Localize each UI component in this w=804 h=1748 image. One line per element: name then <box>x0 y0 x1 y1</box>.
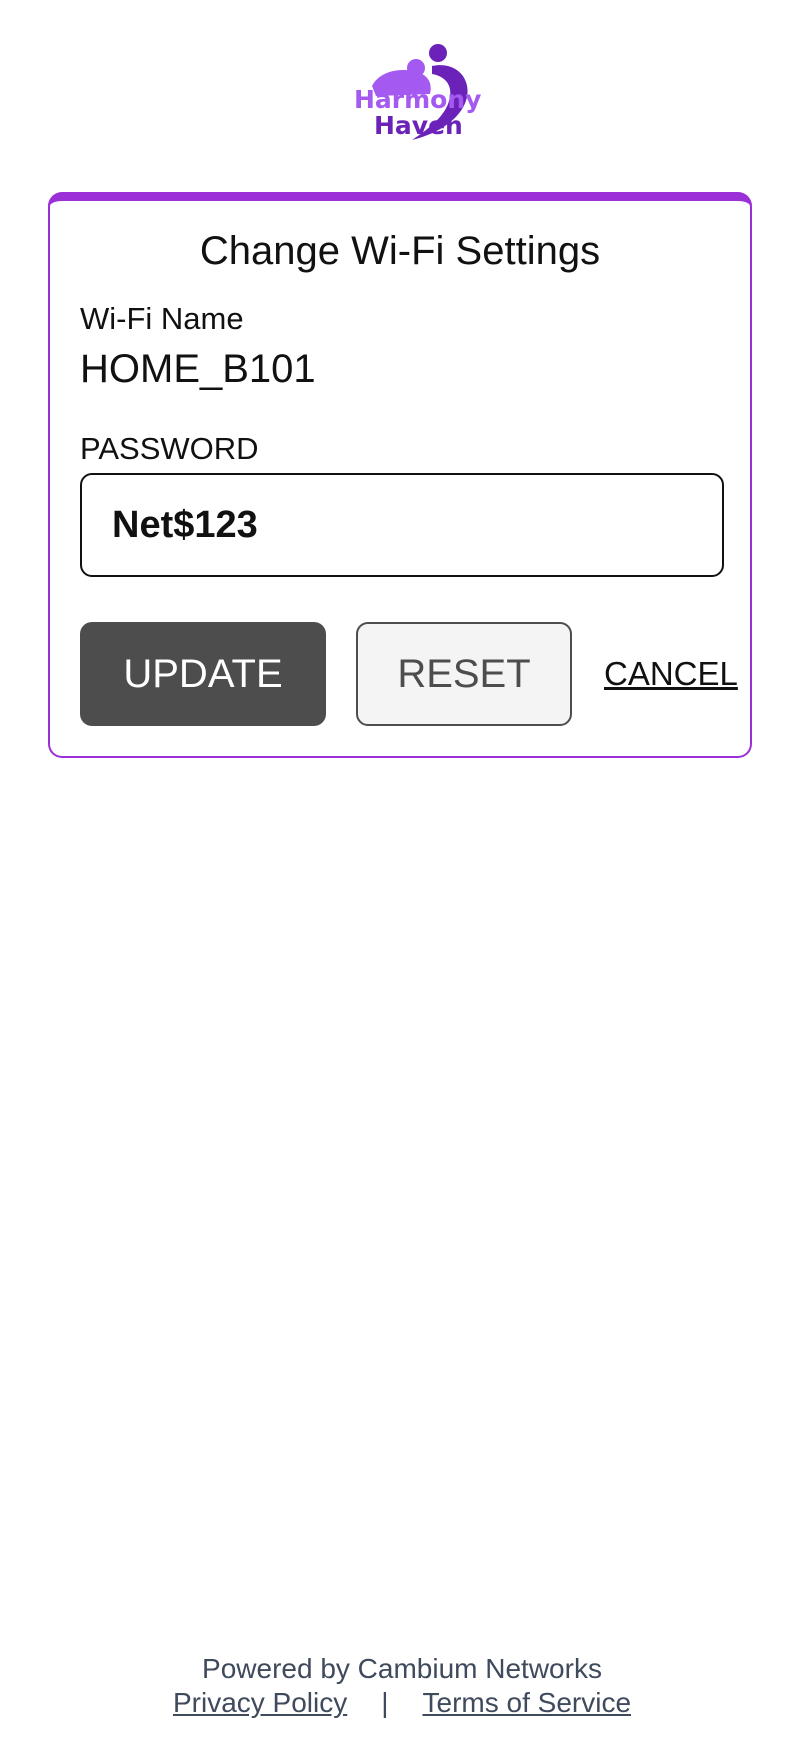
cancel-link[interactable]: CANCEL <box>604 657 738 690</box>
update-button[interactable]: UPDATE <box>80 622 326 726</box>
harmony-haven-logo-icon: Harmony Haven <box>354 44 481 140</box>
brand-line2: Haven <box>374 111 463 140</box>
wifi-settings-card: Change Wi-Fi Settings Wi-Fi Name HOME_B1… <box>48 192 752 758</box>
powered-by-text: Powered by Cambium Networks <box>202 1653 602 1684</box>
brand-line1: Harmony <box>354 85 481 114</box>
password-input[interactable] <box>80 473 724 577</box>
footer: Powered by Cambium Networks Privacy Poli… <box>0 1652 804 1720</box>
wifi-name-value: HOME_B101 <box>80 347 316 391</box>
terms-of-service-link[interactable]: Terms of Service <box>423 1687 632 1718</box>
card-title: Change Wi-Fi Settings <box>199 229 601 273</box>
password-label: PASSWORD <box>80 431 259 466</box>
footer-links: Privacy Policy | Terms of Service <box>0 1686 804 1720</box>
reset-button[interactable]: RESET <box>356 622 572 726</box>
wifi-name-label: Wi-Fi Name <box>80 301 244 336</box>
privacy-policy-link[interactable]: Privacy Policy <box>173 1687 347 1718</box>
brand-logo: Harmony Haven <box>320 44 484 150</box>
page: Harmony Haven Change Wi-Fi Settings Wi-F… <box>0 0 804 1748</box>
footer-separator: | <box>381 1687 389 1718</box>
